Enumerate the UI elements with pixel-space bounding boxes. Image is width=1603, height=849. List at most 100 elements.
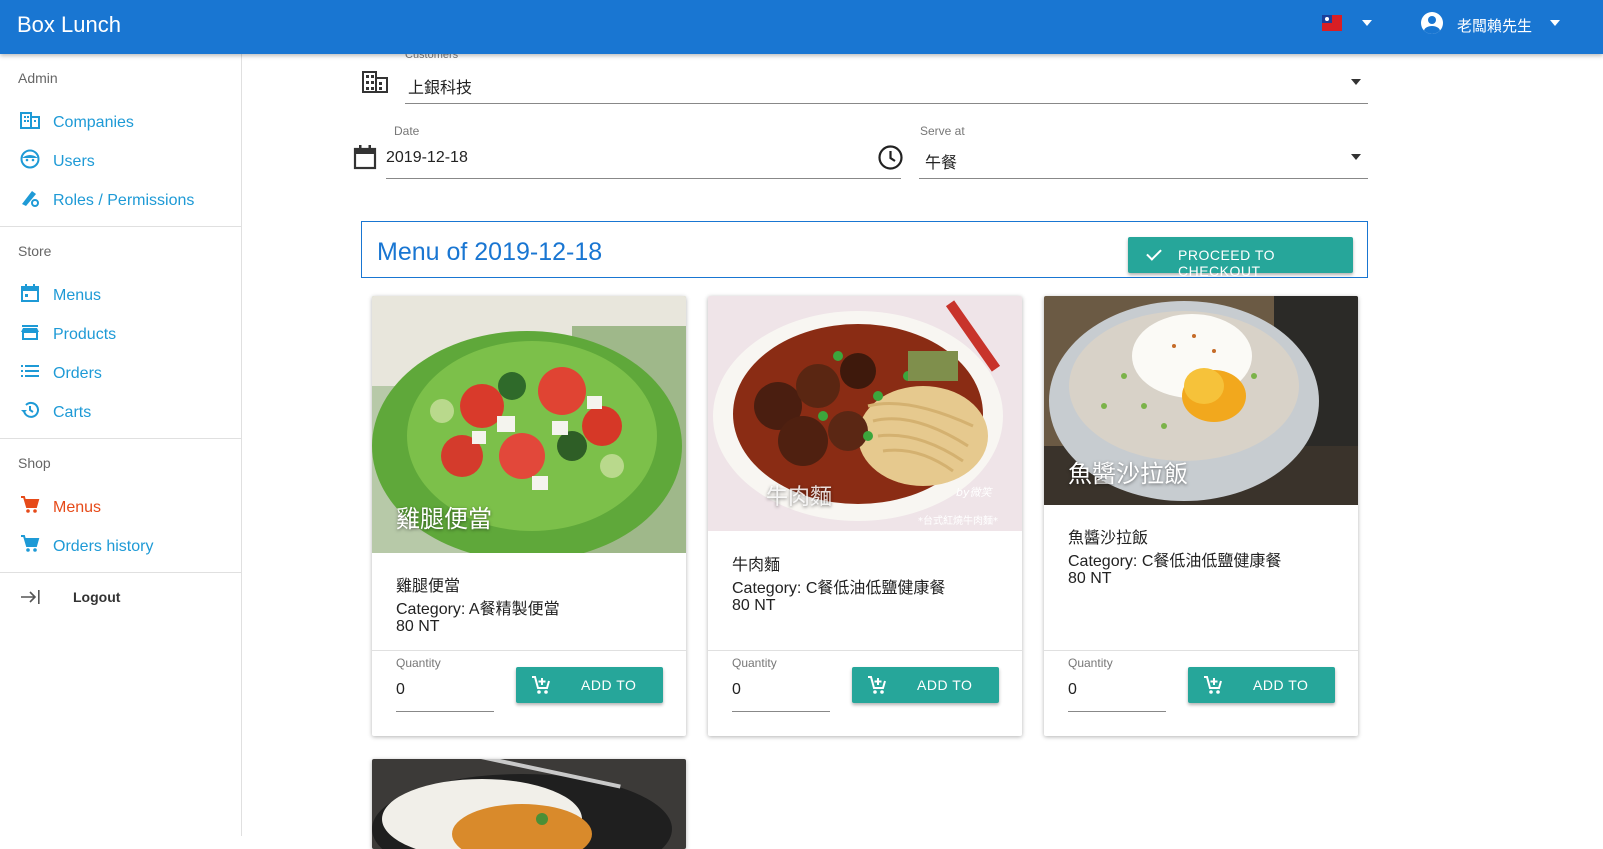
product-name: 牛肉麵 bbox=[732, 557, 781, 574]
image-watermark: by微笑 bbox=[956, 486, 993, 499]
building-icon bbox=[20, 112, 40, 129]
sidebar-item-label: Roles / Permissions bbox=[53, 192, 195, 209]
sidebar-item-users[interactable]: Users bbox=[0, 143, 241, 179]
scrollbar[interactable] bbox=[1591, 54, 1603, 836]
product-image-title: 牛肉麵 bbox=[766, 484, 833, 509]
chevron-down-icon bbox=[1351, 79, 1361, 85]
date-field[interactable]: Date 2019-12-18 bbox=[386, 121, 901, 180]
add-shopping-cart-icon bbox=[868, 676, 886, 694]
chevron-down-icon bbox=[1351, 154, 1361, 160]
quantity-label: Quantity bbox=[732, 656, 777, 670]
sidebar-item-orders-history[interactable]: Orders history bbox=[0, 528, 241, 564]
section-store: Store bbox=[18, 243, 52, 259]
account-circle-icon[interactable] bbox=[1421, 12, 1443, 34]
field-underline bbox=[405, 103, 1368, 104]
serve-at-select[interactable]: Serve at 午餐 bbox=[919, 121, 1368, 180]
sidebar-item-label: Products bbox=[53, 326, 117, 343]
quantity-input[interactable]: 0 bbox=[396, 681, 405, 699]
quantity-label: Quantity bbox=[1068, 656, 1113, 670]
logout-icon bbox=[21, 590, 40, 604]
customer-value: 上銀科技 bbox=[408, 80, 473, 97]
divider bbox=[0, 572, 241, 573]
sidebar-item-label: Orders bbox=[53, 365, 102, 382]
app-title[interactable]: Box Lunch bbox=[17, 12, 121, 38]
history-icon bbox=[21, 401, 39, 418]
section-shop: Shop bbox=[18, 455, 51, 471]
add-to-button-label: ADD TO bbox=[917, 677, 973, 693]
user-menu-caret-icon[interactable] bbox=[1550, 20, 1560, 26]
cart-icon bbox=[21, 535, 40, 552]
calendar-icon bbox=[353, 145, 377, 170]
sidebar-item-label: Users bbox=[53, 153, 95, 170]
sidebar-item-label: Companies bbox=[53, 114, 134, 131]
cart-icon bbox=[21, 496, 40, 513]
sidebar-item-roles[interactable]: Roles / Permissions bbox=[0, 182, 241, 218]
product-name: 魚醬沙拉飯 bbox=[1068, 530, 1149, 547]
date-label: Date bbox=[394, 124, 420, 138]
face-icon bbox=[20, 149, 40, 169]
add-to-button-label: ADD TO bbox=[1253, 677, 1309, 693]
add-shopping-cart-icon bbox=[532, 676, 550, 694]
clock-icon bbox=[878, 145, 903, 170]
sidebar-item-companies[interactable]: Companies bbox=[0, 104, 241, 140]
field-underline bbox=[386, 178, 901, 179]
user-name[interactable]: 老闆賴先生 bbox=[1457, 15, 1532, 36]
customer-select[interactable]: Customers 上銀科技 bbox=[405, 48, 1368, 105]
list-icon bbox=[21, 365, 39, 377]
product-price: 80 NT bbox=[396, 618, 440, 635]
sidebar-item-products[interactable]: Products bbox=[0, 316, 241, 352]
sidebar-item-label: Menus bbox=[53, 499, 102, 516]
card-divider bbox=[1044, 650, 1358, 651]
product-name: 雞腿便當 bbox=[396, 578, 461, 595]
field-underline bbox=[1068, 711, 1166, 712]
building-icon bbox=[362, 71, 388, 93]
divider bbox=[0, 438, 241, 439]
product-image-title: 魚醬沙拉飯 bbox=[1068, 461, 1188, 488]
taiwan-flag-icon[interactable] bbox=[1322, 15, 1342, 31]
product-card: 雞腿便當 雞腿便當 Category: A餐精製便當 80 NT Quantit… bbox=[372, 296, 686, 736]
divider bbox=[0, 226, 241, 227]
quantity-input[interactable]: 0 bbox=[1068, 681, 1077, 699]
add-to-cart-button[interactable]: ADD TO bbox=[1188, 667, 1335, 703]
product-image-title: 雞腿便當 bbox=[396, 506, 492, 533]
product-price: 80 NT bbox=[1068, 570, 1112, 587]
proceed-to-checkout-button[interactable]: PROCEED TO CHECKOUT bbox=[1128, 237, 1353, 279]
sidebar-item-label: Menus bbox=[53, 287, 102, 304]
menu-header: Menu of 2019-12-18 PROCEED TO CHECKOUT bbox=[361, 221, 1368, 279]
sidebar-item-shop-menus[interactable]: Menus bbox=[0, 489, 241, 525]
field-underline bbox=[919, 178, 1368, 179]
product-category: Category: A餐精製便當 bbox=[396, 601, 560, 618]
quantity-input[interactable]: 0 bbox=[732, 681, 741, 699]
roles-icon bbox=[22, 191, 39, 207]
card-divider bbox=[708, 650, 1022, 651]
sidebar-item-orders[interactable]: Orders bbox=[0, 355, 241, 391]
sidebar-item-label: Carts bbox=[53, 404, 92, 421]
add-to-button-label: ADD TO bbox=[581, 677, 637, 693]
product-category: Category: C餐低油低鹽健康餐 bbox=[732, 580, 946, 597]
menu-title: Menu of 2019-12-18 bbox=[377, 238, 603, 266]
check-icon bbox=[1146, 245, 1162, 261]
store-icon bbox=[21, 325, 39, 340]
product-card: 魚醬沙拉飯 魚醬沙拉飯 Category: C餐低油低鹽健康餐 80 NT Qu… bbox=[1044, 296, 1358, 736]
add-shopping-cart-icon bbox=[1204, 676, 1222, 694]
add-to-cart-button[interactable]: ADD TO bbox=[516, 667, 663, 703]
product-price: 80 NT bbox=[732, 597, 776, 614]
quantity-label: Quantity bbox=[396, 656, 441, 670]
sidebar: Admin Companies Users Roles / Permission… bbox=[0, 54, 242, 836]
field-underline bbox=[732, 711, 830, 712]
language-dropdown-caret-icon[interactable] bbox=[1362, 20, 1372, 26]
section-admin: Admin bbox=[18, 70, 58, 86]
add-to-cart-button[interactable]: ADD TO bbox=[852, 667, 999, 703]
calendar-icon bbox=[21, 284, 39, 302]
serve-at-label: Serve at bbox=[920, 124, 965, 138]
product-image: by微笑 *台式紅燒牛肉麵* bbox=[708, 296, 1022, 531]
serve-at-value: 午餐 bbox=[925, 155, 958, 172]
product-card: by微笑 *台式紅燒牛肉麵* 牛肉麵 牛肉麵 Category: C餐低油低鹽健… bbox=[708, 296, 1022, 736]
date-value: 2019-12-18 bbox=[386, 149, 468, 166]
sidebar-item-carts[interactable]: Carts bbox=[0, 394, 241, 430]
logout-label: Logout bbox=[73, 589, 121, 605]
field-underline bbox=[396, 711, 494, 712]
logout-button[interactable]: Logout bbox=[0, 579, 241, 615]
app-bar: Box Lunch 老闆賴先生 bbox=[0, 0, 1603, 54]
sidebar-item-store-menus[interactable]: Menus bbox=[0, 277, 241, 313]
